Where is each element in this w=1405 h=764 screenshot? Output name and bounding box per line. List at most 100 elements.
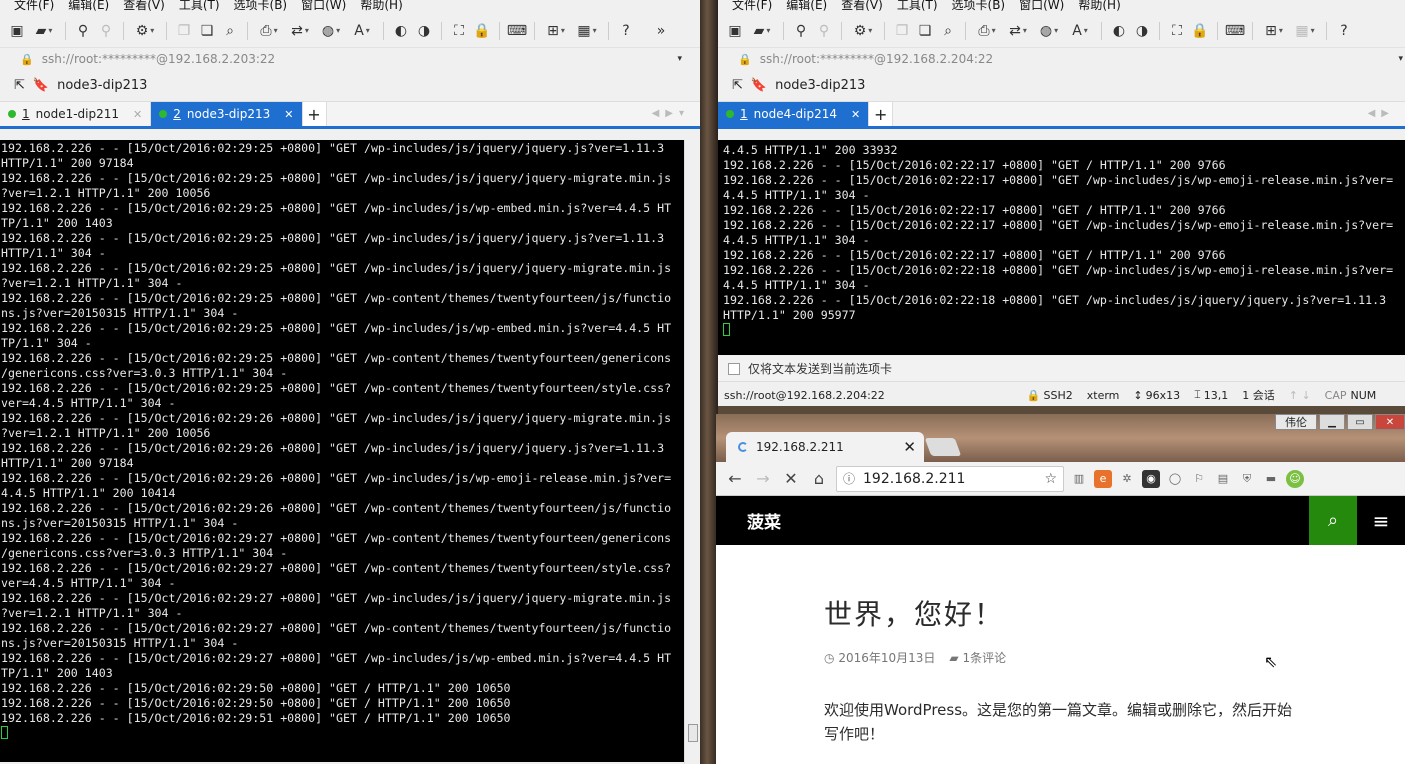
add-tab-icon[interactable]: ⊞ <box>1261 22 1287 40</box>
terminal-output[interactable]: 4.4.5 HTTP/1.1" 200 33932 192.168.2.226 -… <box>718 140 1405 355</box>
overflow-chevron-icon[interactable]: » <box>652 22 670 40</box>
chevron-down-icon[interactable]: ▾ <box>677 54 682 64</box>
menu-view[interactable]: 查看(V) <box>123 0 165 11</box>
layout-icon[interactable]: ▦ <box>574 22 600 40</box>
new-tab-button[interactable]: + <box>302 102 327 126</box>
find-icon[interactable]: ⌕ <box>221 22 239 40</box>
open-folder-icon[interactable]: ▰ <box>31 22 57 40</box>
session-manager-icon[interactable]: ⇱ <box>732 78 743 93</box>
menu-file[interactable]: 文件(F) <box>732 0 772 11</box>
back-arrow-icon[interactable]: ← <box>724 469 746 488</box>
menu-help[interactable]: 帮助(H) <box>360 0 402 11</box>
extension-card-icon[interactable]: ▬ <box>1262 470 1280 488</box>
print-icon[interactable]: ⎙ <box>256 22 282 40</box>
maximize-icon[interactable]: ▭ <box>1347 414 1373 430</box>
new-tab-button[interactable]: + <box>869 102 894 126</box>
font-icon[interactable]: A <box>349 22 375 40</box>
info-icon[interactable]: ⓘ <box>843 470 855 487</box>
close-icon[interactable]: ✕ <box>284 108 293 121</box>
terminal-prompt[interactable] <box>1 726 684 741</box>
fullscreen-icon[interactable]: ⛶ <box>1168 22 1186 40</box>
minimize-icon[interactable]: ▁ <box>1319 414 1345 430</box>
bookmark-node3[interactable]: node3-dip213 <box>57 78 147 93</box>
profile-button[interactable]: 伟伦 <box>1275 414 1317 430</box>
bookmark-node3[interactable]: node3-dip213 <box>775 78 865 93</box>
session-manager-icon[interactable]: ⇱ <box>14 78 25 93</box>
tab-node3[interactable]: 2 node3-dip213 ✕ <box>151 102 303 126</box>
add-tab-icon[interactable]: ⊞ <box>543 22 569 40</box>
print-icon[interactable]: ⎙ <box>974 22 1000 40</box>
chevron-down-icon[interactable]: ▾ <box>1398 54 1403 64</box>
globe-icon[interactable]: ◍ <box>1036 22 1062 40</box>
tab-scroll-arrows[interactable]: ◀▶▾ <box>652 108 690 119</box>
new-tab-button[interactable] <box>924 438 962 456</box>
transfer-icon[interactable]: ⇄ <box>287 22 313 40</box>
extension-weibo-icon[interactable]: e <box>1094 469 1112 488</box>
browser-tab[interactable]: 192.168.2.211 ✕ <box>726 432 924 462</box>
xftp-icon[interactable]: ◐ <box>1110 22 1128 40</box>
menu-tabs[interactable]: 选项卡(B) <box>234 0 288 11</box>
close-icon[interactable]: ✕ <box>851 108 860 121</box>
extension-shield-icon[interactable]: ⛨ <box>1238 470 1256 488</box>
open-folder-icon[interactable]: ▰ <box>749 22 775 40</box>
menu-help[interactable]: 帮助(H) <box>1078 0 1120 11</box>
search-icon[interactable]: ⌕ <box>1309 496 1357 545</box>
lock-icon[interactable]: 🔒 <box>1191 22 1209 40</box>
session-address-bar[interactable]: 🔒 ssh://root:*********@192.168.2.203:22 … <box>0 48 700 70</box>
terminal-prompt[interactable] <box>723 323 1405 338</box>
keyboard-icon[interactable]: ⌨ <box>507 22 527 40</box>
paste-icon[interactable]: ❏ <box>198 22 216 40</box>
connect-icon[interactable]: ⚲ <box>74 22 92 40</box>
menu-tools[interactable]: 工具(T) <box>897 0 938 11</box>
menu-tools[interactable]: 工具(T) <box>179 0 220 11</box>
menu-window[interactable]: 窗口(W) <box>1019 0 1064 11</box>
home-icon[interactable]: ⌂ <box>808 469 830 488</box>
post-comments-link[interactable]: ▰ 1条评论 <box>949 649 1006 666</box>
connect-icon[interactable]: ⚲ <box>792 22 810 40</box>
session-address-bar[interactable]: 🔒 ssh://root:*********@192.168.2.204:22 … <box>718 48 1405 70</box>
extension-face-icon[interactable]: ☺ <box>1286 469 1304 488</box>
menu-tabs[interactable]: 选项卡(B) <box>952 0 1006 11</box>
new-session-icon[interactable]: ▣ <box>8 22 26 40</box>
menu-edit[interactable]: 编辑(E) <box>786 0 827 11</box>
terminal-output[interactable]: 192.168.2.226 - - [15/Oct/2016:02:29:25 … <box>0 140 684 762</box>
menu-edit[interactable]: 编辑(E) <box>68 0 109 11</box>
site-title[interactable]: 菠菜 <box>747 508 781 533</box>
extension-tag-icon[interactable]: ⚐ <box>1190 470 1208 488</box>
new-session-icon[interactable]: ▣ <box>726 22 744 40</box>
extension-calendar-icon[interactable]: ▤ <box>1214 470 1232 488</box>
hamburger-menu-icon[interactable]: ≡ <box>1357 496 1405 545</box>
tab-node1[interactable]: 1 node1-dip211 ✕ <box>0 102 152 126</box>
extension-ghost-icon[interactable]: ◉ <box>1142 469 1160 488</box>
bookmark-star-icon[interactable]: ☆ <box>1044 471 1057 487</box>
tab-node4[interactable]: 1 node4-dip214 ✕ <box>718 102 870 126</box>
close-icon[interactable]: ✕ <box>903 438 916 456</box>
script-icon[interactable]: ◑ <box>1133 22 1151 40</box>
properties-icon[interactable]: ⚙ <box>850 22 876 40</box>
properties-icon[interactable]: ⚙ <box>132 22 158 40</box>
tab-scroll-arrows[interactable]: ◀▶ <box>1368 108 1395 119</box>
stop-icon[interactable]: ✕ <box>780 469 802 488</box>
fullscreen-icon[interactable]: ⛶ <box>450 22 468 40</box>
scrollbar-thumb[interactable] <box>688 724 698 742</box>
extension-circle-icon[interactable]: ◯ <box>1166 470 1184 488</box>
paste-icon[interactable]: ❏ <box>916 22 934 40</box>
post-date-link[interactable]: ◷ 2016年10月13日 <box>824 649 935 666</box>
menu-file[interactable]: 文件(F) <box>14 0 54 11</box>
menu-view[interactable]: 查看(V) <box>841 0 883 11</box>
transfer-icon[interactable]: ⇄ <box>1005 22 1031 40</box>
terminal-scrollbar[interactable] <box>684 140 700 764</box>
find-icon[interactable]: ⌕ <box>939 22 957 40</box>
post-title[interactable]: 世界，您好！ <box>824 593 1405 633</box>
globe-icon[interactable]: ◍ <box>318 22 344 40</box>
script-icon[interactable]: ◑ <box>415 22 433 40</box>
extension-bug-icon[interactable]: ✲ <box>1118 470 1136 488</box>
help-icon[interactable]: ? <box>1335 22 1353 40</box>
extension-stats-icon[interactable]: ▥ <box>1070 470 1088 488</box>
send-to-current-tab-checkbox[interactable] <box>728 362 740 375</box>
close-icon[interactable]: ✕ <box>133 108 142 121</box>
close-window-icon[interactable]: ✕ <box>1375 414 1405 430</box>
font-icon[interactable]: A <box>1067 22 1093 40</box>
compose-bar[interactable]: 仅将文本发送到当前选项卡 <box>718 356 1405 382</box>
url-bar[interactable]: ⓘ 192.168.2.211 ☆ <box>836 465 1064 492</box>
